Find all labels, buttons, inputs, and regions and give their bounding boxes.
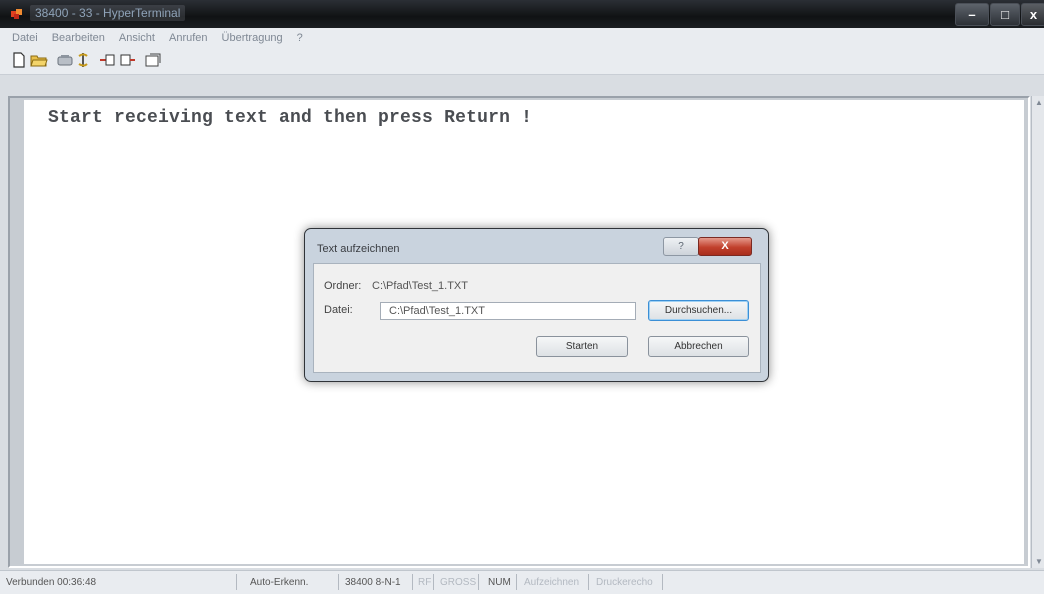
status-detection: Auto-Erkenn.	[250, 577, 309, 588]
toolbar	[0, 48, 1044, 75]
properties-icon[interactable]	[144, 52, 162, 68]
start-button[interactable]: Starten	[536, 336, 628, 357]
status-bar: Verbunden 00:36:48 Auto-Erkenn. 38400 8-…	[0, 570, 1044, 594]
menu-bar: Datei Bearbeiten Ansicht Anrufen Übertra…	[0, 28, 1044, 48]
dialog-title: Text aufzeichnen	[317, 243, 400, 255]
file-label: Datei:	[324, 304, 353, 316]
menu-item-bearbeiten[interactable]: Bearbeiten	[52, 32, 105, 44]
status-settings: 38400 8-N-1	[345, 577, 401, 588]
new-document-icon[interactable]	[10, 52, 28, 68]
status-rf: RF	[418, 577, 432, 588]
status-divider	[662, 574, 663, 590]
browse-button[interactable]: Durchsuchen...	[648, 300, 749, 321]
window-title: 38400 - 33 - HyperTerminal	[30, 5, 186, 21]
status-divider	[412, 574, 413, 590]
dialog-help-button[interactable]: ?	[663, 237, 699, 256]
minimize-button[interactable]: –	[955, 3, 989, 26]
menu-item-anrufen[interactable]: Anrufen	[169, 32, 208, 44]
status-divider	[236, 574, 237, 590]
vertical-scrollbar[interactable]: ▲ ▼	[1031, 96, 1044, 568]
maximize-button[interactable]: □	[990, 3, 1020, 26]
status-capture: Aufzeichnen	[524, 577, 580, 588]
status-divider	[516, 574, 517, 590]
close-window-button[interactable]: x	[1021, 3, 1044, 26]
menu-item-datei[interactable]: Datei	[12, 32, 38, 44]
status-caps: GROSS	[440, 577, 477, 588]
terminal-text: Start receiving text and then press Retu…	[48, 108, 533, 128]
cancel-button[interactable]: Abbrechen	[648, 336, 749, 357]
open-folder-icon[interactable]	[30, 52, 48, 68]
menu-item-ansicht[interactable]: Ansicht	[119, 32, 155, 44]
status-connected: Verbunden 00:36:48	[6, 577, 97, 588]
dialog-close-button[interactable]: X	[698, 237, 752, 256]
phone-icon[interactable]	[56, 52, 74, 68]
menu-item-uebertragung[interactable]: Übertragung	[222, 32, 283, 44]
dialog-body: Ordner: C:\Pfad\Test_1.TXT Datei: C:\Pfa…	[313, 263, 761, 373]
folder-value: C:\Pfad\Test_1.TXT	[372, 280, 468, 292]
receive-icon[interactable]	[118, 52, 136, 68]
status-num: NUM	[488, 577, 511, 588]
status-divider	[338, 574, 339, 590]
folder-label: Ordner:	[324, 280, 362, 292]
scroll-down-icon[interactable]: ▼	[1035, 557, 1043, 566]
menu-item-help[interactable]: ?	[297, 32, 303, 44]
status-echo: Druckerecho	[596, 577, 653, 588]
hyperterminal-app-icon[interactable]	[10, 8, 24, 20]
capture-text-dialog: Text aufzeichnen ? X Ordner: C:\Pfad\Tes…	[304, 228, 769, 382]
title-bar: 38400 - 33 - HyperTerminal – □ x	[0, 0, 1044, 28]
file-path-input[interactable]: C:\Pfad\Test_1.TXT	[380, 302, 636, 320]
scroll-up-icon[interactable]: ▲	[1035, 98, 1043, 107]
status-divider	[588, 574, 589, 590]
send-icon[interactable]	[98, 52, 116, 68]
disconnect-icon[interactable]	[74, 52, 92, 68]
status-divider	[433, 574, 434, 590]
status-divider	[478, 574, 479, 590]
